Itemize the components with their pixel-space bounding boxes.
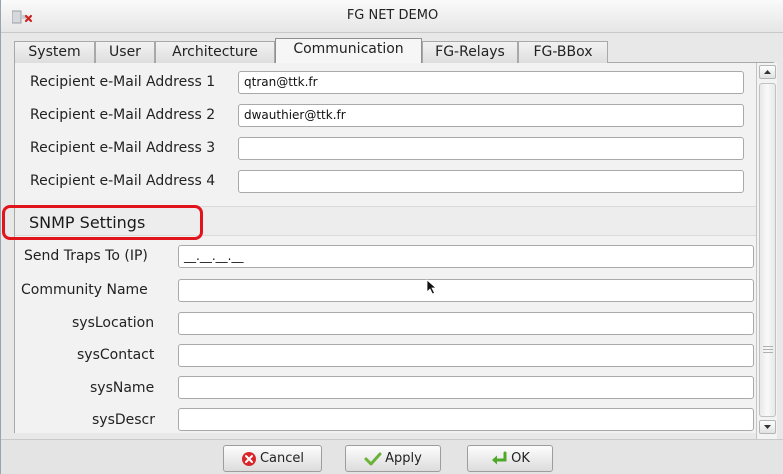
syscontact-input[interactable] xyxy=(178,344,754,367)
ok-button[interactable]: OK xyxy=(467,445,553,472)
cancel-button-label: Cancel xyxy=(259,451,305,466)
tab-bar: System User Architecture Communication F… xyxy=(14,38,774,64)
checkmark-icon xyxy=(364,452,382,465)
scrollbar-thumb[interactable] xyxy=(759,83,776,417)
email-4-label: Recipient e-Mail Address 4 xyxy=(30,173,216,189)
email-1-label: Recipient e-Mail Address 1 xyxy=(30,74,216,90)
tab-system[interactable]: System xyxy=(14,41,95,63)
mouse-cursor-icon xyxy=(426,279,438,299)
syscontact-label: sysContact xyxy=(77,347,155,363)
tab-communication[interactable]: Communication xyxy=(275,38,422,64)
scroll-up-arrow-icon[interactable] xyxy=(759,65,776,79)
send-traps-label: Send Traps To (IP) xyxy=(24,248,148,264)
tab-fg-bbox[interactable]: FG-BBox xyxy=(518,41,608,63)
vertical-scrollbar[interactable] xyxy=(756,63,777,439)
community-name-label: Community Name xyxy=(21,282,148,298)
snmp-highlight-box xyxy=(2,205,203,240)
email-3-input[interactable] xyxy=(238,137,744,160)
scrollbar-grip-line xyxy=(763,352,773,353)
email-1-input[interactable]: qtran@ttk.fr xyxy=(238,71,744,94)
cancel-button[interactable]: Cancel xyxy=(223,445,322,472)
email-2-label: Recipient e-Mail Address 2 xyxy=(30,107,216,123)
tab-fg-relays[interactable]: FG-Relays xyxy=(422,41,518,63)
email-2-input[interactable]: dwauthier@ttk.fr xyxy=(238,104,744,127)
community-name-input[interactable] xyxy=(178,279,754,302)
sysname-input[interactable] xyxy=(178,376,754,399)
syslocation-input[interactable] xyxy=(178,312,754,335)
sysdescr-input[interactable] xyxy=(178,408,754,431)
app-window: FG NET DEMO System User Architecture Com… xyxy=(0,0,783,474)
tab-architecture[interactable]: Architecture xyxy=(155,41,275,63)
communication-panel: Recipient e-Mail Address 1 qtran@ttk.fr … xyxy=(14,63,756,433)
title-bar: FG NET DEMO xyxy=(1,0,783,33)
button-bar: Cancel Apply OK xyxy=(1,439,783,474)
scrollbar-grip-line xyxy=(763,346,773,347)
sysname-label: sysName xyxy=(90,380,155,396)
scroll-down-arrow-icon[interactable] xyxy=(759,420,776,434)
send-traps-ip-input[interactable]: __.__.__.__ xyxy=(178,245,754,268)
apply-button[interactable]: Apply xyxy=(345,445,441,472)
enter-arrow-icon xyxy=(492,451,507,464)
sysdescr-label: sysDescr xyxy=(92,412,156,428)
scrollbar-grip-line xyxy=(763,349,773,350)
email-3-label: Recipient e-Mail Address 3 xyxy=(30,140,216,156)
syslocation-label: sysLocation xyxy=(72,315,155,331)
email-4-input[interactable] xyxy=(238,170,744,193)
apply-button-label: Apply xyxy=(385,451,422,466)
ok-button-label: OK xyxy=(511,451,530,466)
tab-user[interactable]: User xyxy=(95,41,155,63)
window-title: FG NET DEMO xyxy=(346,8,439,23)
cancel-icon xyxy=(241,451,256,466)
